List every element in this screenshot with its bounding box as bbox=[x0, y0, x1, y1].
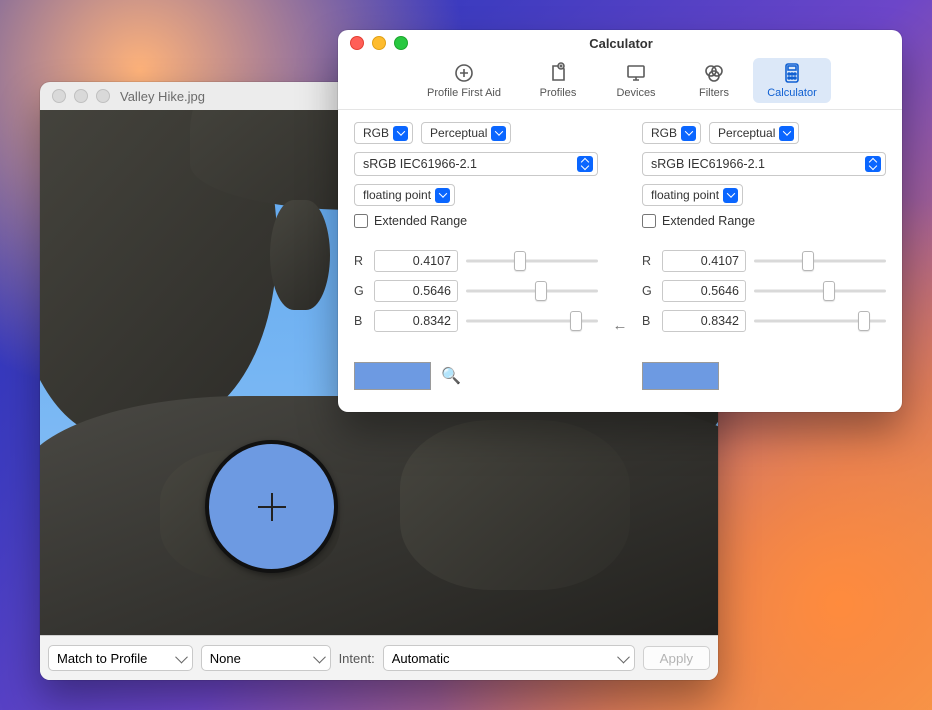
right-b-input[interactable]: 0.8342 bbox=[662, 310, 746, 332]
right-b-row: B 0.8342 bbox=[642, 310, 886, 332]
minimize-icon[interactable] bbox=[372, 36, 386, 50]
right-r-input[interactable]: 0.4107 bbox=[662, 250, 746, 272]
chevron-down-icon bbox=[779, 126, 794, 141]
right-colorspace-select[interactable]: RGB bbox=[642, 122, 701, 144]
intent-select[interactable]: Automatic bbox=[383, 645, 635, 671]
close-icon[interactable] bbox=[52, 89, 66, 103]
chevron-down-icon bbox=[491, 126, 506, 141]
filters-icon bbox=[702, 62, 726, 84]
rock-shape bbox=[400, 420, 630, 590]
tab-profiles[interactable]: Profiles bbox=[519, 58, 597, 103]
tab-calculator[interactable]: Calculator bbox=[753, 58, 831, 103]
right-g-slider[interactable] bbox=[754, 281, 886, 301]
left-format-select[interactable]: floating point bbox=[354, 184, 455, 206]
minimize-icon[interactable] bbox=[74, 89, 88, 103]
stepper-icon bbox=[865, 156, 881, 172]
maximize-icon[interactable] bbox=[96, 89, 110, 103]
devices-icon bbox=[624, 62, 648, 84]
profiles-icon bbox=[546, 62, 570, 84]
chevron-down-icon bbox=[723, 188, 738, 203]
tab-profile-first-aid[interactable]: Profile First Aid bbox=[409, 58, 519, 103]
calc-window-title: Calculator bbox=[408, 36, 834, 51]
right-g-input[interactable]: 0.5646 bbox=[662, 280, 746, 302]
right-profile-select[interactable]: sRGB IEC61966-2.1 bbox=[642, 152, 886, 176]
intent-label: Intent: bbox=[339, 651, 375, 666]
color-picker-loupe[interactable] bbox=[205, 440, 338, 573]
eyedropper-search-icon[interactable]: 🔍 bbox=[441, 366, 461, 386]
left-b-slider[interactable] bbox=[466, 311, 598, 331]
right-color-swatch bbox=[642, 362, 719, 390]
left-r-input[interactable]: 0.4107 bbox=[374, 250, 458, 272]
profile-select[interactable]: None bbox=[201, 645, 331, 671]
checkbox-icon[interactable] bbox=[642, 214, 656, 228]
rock-shape bbox=[270, 200, 330, 310]
left-g-row: G 0.5646 bbox=[354, 280, 598, 302]
right-r-slider[interactable] bbox=[754, 251, 886, 271]
direction-arrow[interactable]: ← bbox=[606, 122, 634, 390]
right-extended-range-checkbox[interactable]: Extended Range bbox=[642, 214, 886, 228]
right-format-select[interactable]: floating point bbox=[642, 184, 743, 206]
right-b-slider[interactable] bbox=[754, 311, 886, 331]
image-window-title: Valley Hike.jpg bbox=[120, 89, 205, 104]
checkbox-icon[interactable] bbox=[354, 214, 368, 228]
right-g-row: G 0.5646 bbox=[642, 280, 886, 302]
tab-filters[interactable]: Filters bbox=[675, 58, 753, 103]
chevron-down-icon bbox=[435, 188, 450, 203]
left-extended-range-checkbox[interactable]: Extended Range bbox=[354, 214, 598, 228]
chevron-down-icon bbox=[681, 126, 696, 141]
right-intent-select[interactable]: Perceptual bbox=[709, 122, 799, 144]
first-aid-icon bbox=[452, 62, 476, 84]
maximize-icon[interactable] bbox=[394, 36, 408, 50]
calculator-icon bbox=[780, 62, 804, 84]
calc-titlebar[interactable]: Calculator bbox=[338, 30, 902, 56]
right-r-row: R 0.4107 bbox=[642, 250, 886, 272]
right-column: RGB Perceptual sRGB IEC61966-2.1 floatin… bbox=[642, 122, 886, 390]
left-profile-select[interactable]: sRGB IEC61966-2.1 bbox=[354, 152, 598, 176]
stepper-icon bbox=[577, 156, 593, 172]
apply-button[interactable]: Apply bbox=[643, 646, 710, 670]
crosshair-icon bbox=[258, 506, 286, 508]
calculator-window: Calculator Profile First Aid Profiles De… bbox=[338, 30, 902, 412]
chevron-down-icon bbox=[393, 126, 408, 141]
image-bottom-bar: Match to Profile None Intent: Automatic … bbox=[40, 635, 718, 680]
desktop: Valley Hike.jpg Match to Profile None In… bbox=[0, 0, 932, 710]
calc-toolbar: Profile First Aid Profiles Devices Filte… bbox=[338, 56, 902, 110]
left-r-row: R 0.4107 bbox=[354, 250, 598, 272]
left-column: RGB Perceptual sRGB IEC61966-2.1 floatin… bbox=[354, 122, 598, 390]
left-intent-select[interactable]: Perceptual bbox=[421, 122, 511, 144]
left-b-input[interactable]: 0.8342 bbox=[374, 310, 458, 332]
left-colorspace-select[interactable]: RGB bbox=[354, 122, 413, 144]
left-g-input[interactable]: 0.5646 bbox=[374, 280, 458, 302]
close-icon[interactable] bbox=[350, 36, 364, 50]
left-r-slider[interactable] bbox=[466, 251, 598, 271]
left-b-row: B 0.8342 bbox=[354, 310, 598, 332]
action-select[interactable]: Match to Profile bbox=[48, 645, 193, 671]
tab-devices[interactable]: Devices bbox=[597, 58, 675, 103]
left-color-swatch bbox=[354, 362, 431, 390]
left-g-slider[interactable] bbox=[466, 281, 598, 301]
